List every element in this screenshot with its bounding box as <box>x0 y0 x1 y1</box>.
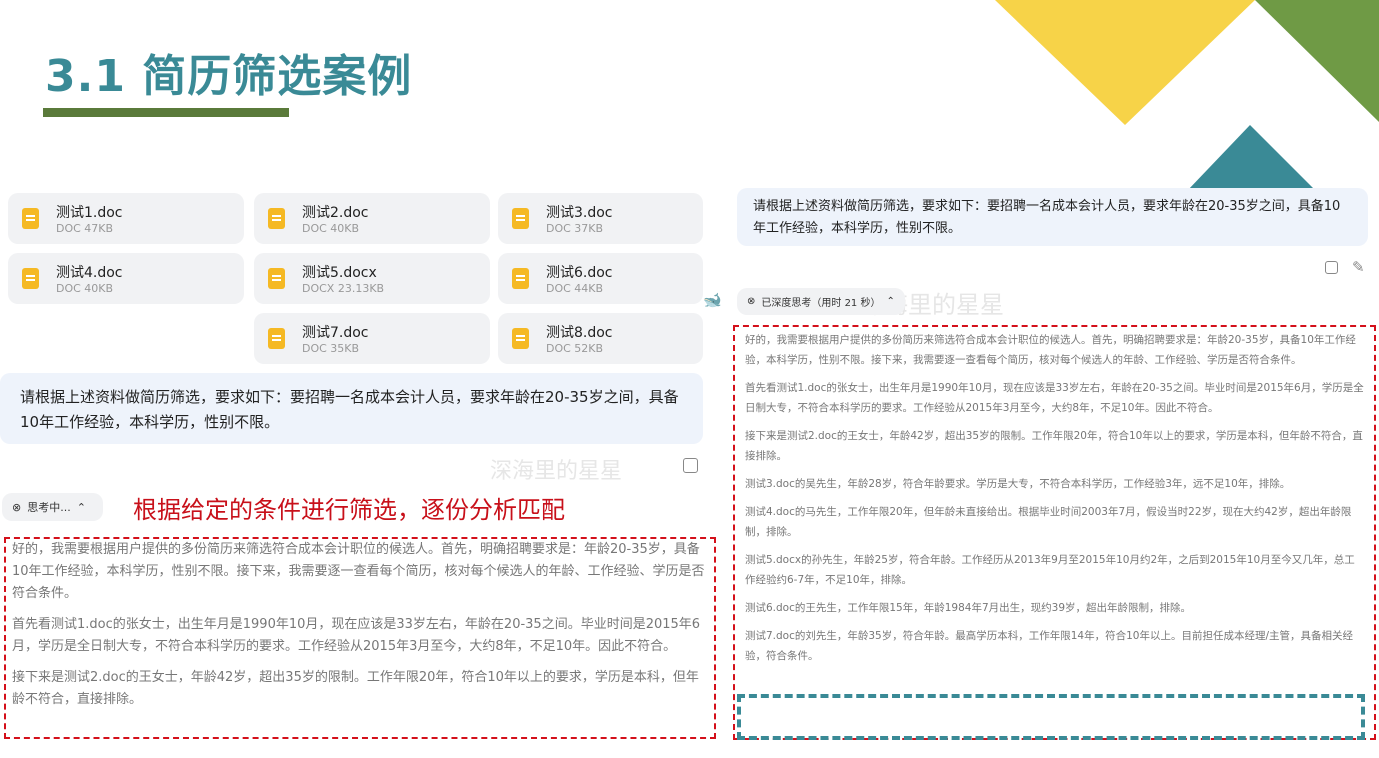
file-name: 测试2.doc <box>302 205 369 221</box>
file-card[interactable]: 测试1.doc DOC 47KB <box>8 193 244 244</box>
annotation-text: 根据给定的条件进行筛选，逐份分析匹配 <box>133 496 565 524</box>
atom-icon: ⊗ <box>12 500 22 514</box>
title-underline <box>43 108 289 117</box>
thinking-paragraph: 接下来是测试2.doc的王女士，年龄42岁，超出35岁的限制。工作年限20年，符… <box>745 430 1363 462</box>
user-prompt-right: 请根据上述资料做简历筛选，要求如下：要招聘一名成本会计人员，要求年龄在20-35… <box>737 188 1368 246</box>
file-meta: DOC 40KB <box>302 222 360 235</box>
file-card[interactable]: 测试6.doc DOC 44KB <box>498 253 703 304</box>
document-icon <box>268 268 285 289</box>
file-name: 测试7.doc <box>302 325 369 341</box>
user-prompt-left: 请根据上述资料做简历筛选，要求如下：要招聘一名成本会计人员，要求年龄在20-35… <box>0 373 703 444</box>
thinking-paragraph: 测试4.doc的马先生，工作年限20年，但年龄未直接给出。根据毕业时间2003年… <box>745 506 1352 538</box>
thinking-paragraph: 接下来是测试2.doc的王女士，年龄42岁，超出35岁的限制。工作年限20年，符… <box>12 670 699 707</box>
document-icon <box>22 268 39 289</box>
file-card[interactable]: 测试4.doc DOC 40KB <box>8 253 244 304</box>
file-card[interactable]: 测试3.doc DOC 37KB <box>498 193 703 244</box>
atom-icon: ⊗ <box>747 296 756 307</box>
thinking-paragraph: 首先看测试1.doc的张女士，出生年月是1990年10月，现在应该是33岁左右，… <box>12 617 701 654</box>
slide-title: 3.1 简历筛选案例 <box>45 51 413 102</box>
copy-icon[interactable] <box>1325 261 1338 274</box>
chevron-up-icon: ⌃ <box>886 296 895 307</box>
document-icon <box>512 208 529 229</box>
file-meta: DOC 37KB <box>546 222 604 235</box>
file-meta: DOC 47KB <box>56 222 114 235</box>
thinking-paragraph: 测试3.doc的吴先生，年龄28岁，符合年龄要求。学历是大专，不符合本科学历，工… <box>745 478 1291 490</box>
file-name: 测试4.doc <box>56 265 123 281</box>
right-thinking-text: 好的，我需要根据用户提供的多份简历来筛选符合成本会计职位的候选人。首先，明确招聘… <box>737 330 1373 674</box>
thinking-paragraph: 好的，我需要根据用户提供的多份简历来筛选符合成本会计职位的候选人。首先，明确招聘… <box>12 542 705 601</box>
file-name: 测试6.doc <box>546 265 613 281</box>
left-thinking-text: 好的，我需要根据用户提供的多份简历来筛选符合成本会计职位的候选人。首先，明确招聘… <box>8 539 712 720</box>
thinking-toggle-right[interactable]: ⊗ 已深度思考（用时 21 秒） ⌃ <box>737 288 905 315</box>
edit-icon[interactable]: ✎ <box>1352 258 1365 276</box>
file-name: 测试1.doc <box>56 205 123 221</box>
file-name: 测试5.docx <box>302 265 377 281</box>
document-icon <box>22 208 39 229</box>
document-icon <box>512 268 529 289</box>
document-icon <box>512 328 529 349</box>
file-card[interactable]: 测试5.docx DOCX 23.13KB <box>254 253 490 304</box>
chevron-up-icon: ⌃ <box>76 500 86 514</box>
copy-icon[interactable] <box>683 458 698 473</box>
qualified-candidate-highlight <box>737 694 1365 740</box>
thinking-paragraph: 首先看测试1.doc的张女士，出生年月是1990年10月，现在应该是33岁左右，… <box>745 382 1364 414</box>
file-meta: DOC 52KB <box>546 342 604 355</box>
file-meta: DOC 35KB <box>302 342 360 355</box>
document-icon <box>268 328 285 349</box>
file-meta: DOC 40KB <box>56 282 114 295</box>
file-card[interactable]: 测试2.doc DOC 40KB <box>254 193 490 244</box>
thinking-paragraph: 测试7.doc的刘先生，年龄35岁，符合年龄。最高学历本科，工作年限14年，符合… <box>745 630 1353 662</box>
file-card[interactable]: 测试7.doc DOC 35KB <box>254 313 490 364</box>
thinking-paragraph: 测试5.docx的孙先生，年龄25岁，符合年龄。工作经历从2013年9月至201… <box>745 554 1355 586</box>
document-icon <box>268 208 285 229</box>
file-card[interactable]: 测试8.doc DOC 52KB <box>498 313 703 364</box>
file-name: 测试8.doc <box>546 325 613 341</box>
thinking-toggle-left[interactable]: ⊗ 思考中... ⌃ <box>2 493 103 521</box>
file-meta: DOC 44KB <box>546 282 604 295</box>
file-name: 测试3.doc <box>546 205 613 221</box>
assistant-logo-icon: 🐋 <box>703 291 722 309</box>
watermark: 深海里的星星 <box>490 459 623 484</box>
thinking-paragraph: 测试6.doc的王先生，工作年限15年，年龄1984年7月出生，现约39岁，超出… <box>745 602 1192 614</box>
file-meta: DOCX 23.13KB <box>302 282 385 295</box>
thinking-paragraph: 好的，我需要根据用户提供的多份简历来筛选符合成本会计职位的候选人。首先，明确招聘… <box>745 334 1356 366</box>
